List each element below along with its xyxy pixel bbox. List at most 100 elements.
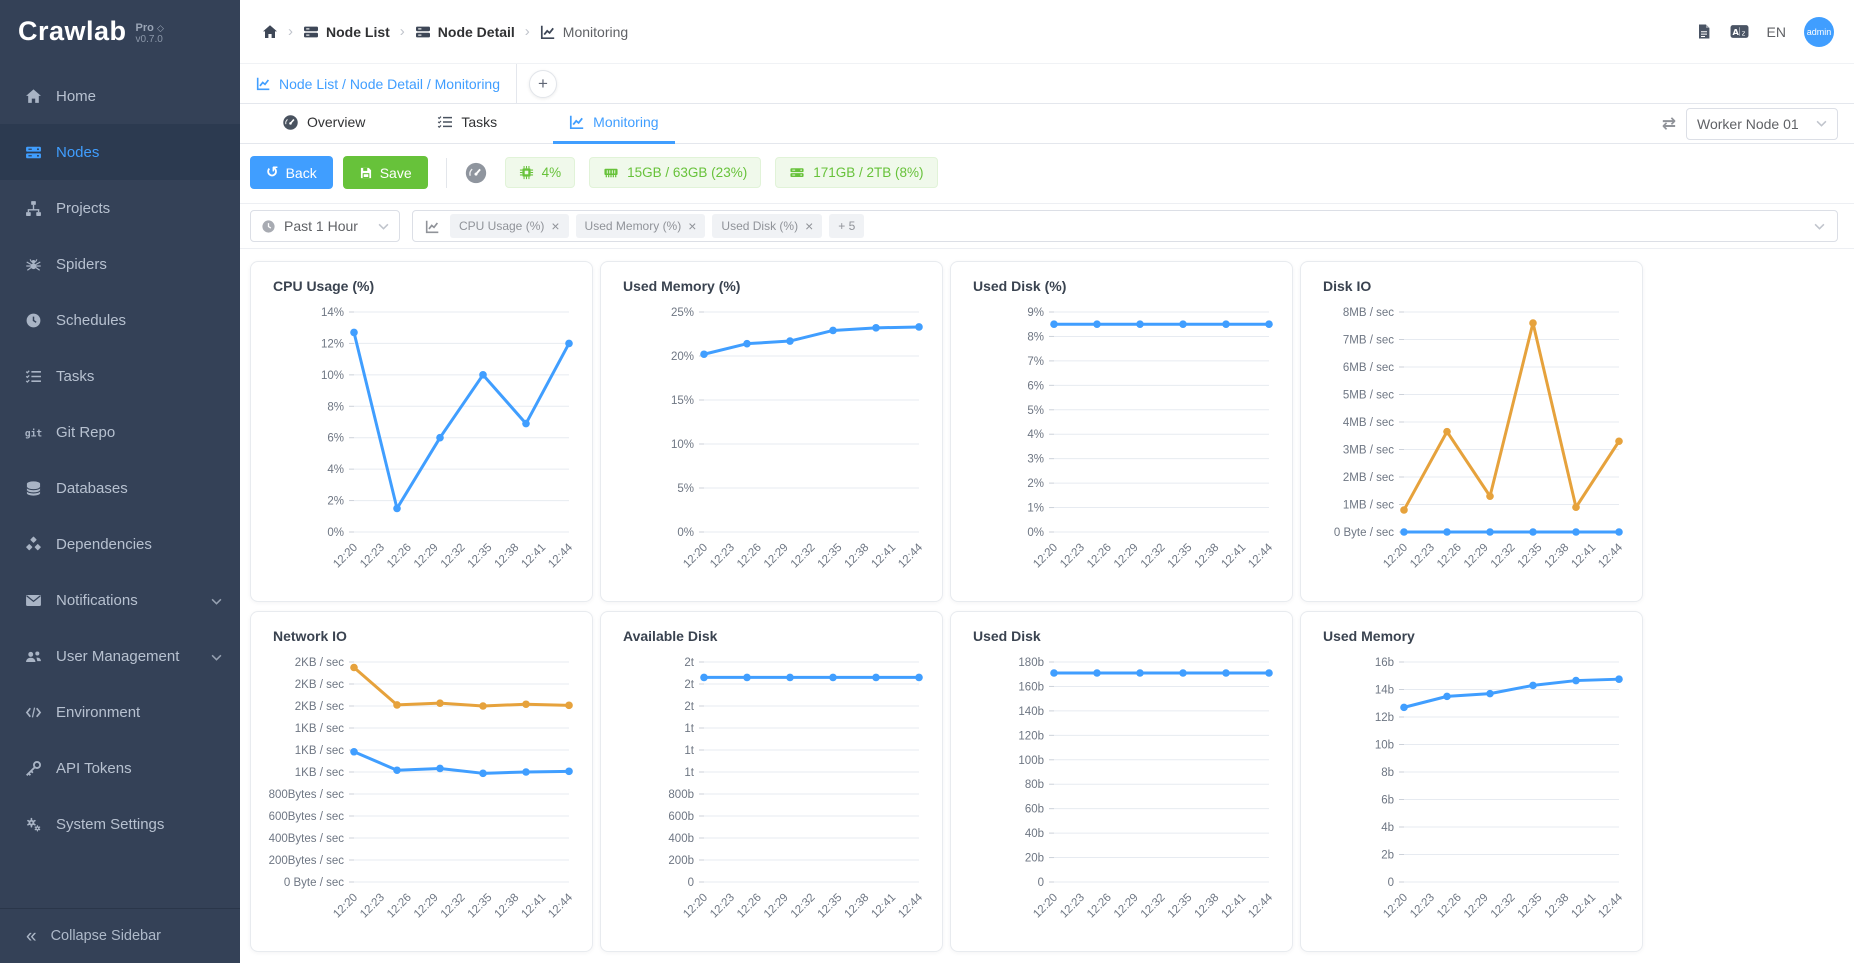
svg-text:600b: 600b (668, 811, 694, 823)
home-icon (262, 24, 278, 40)
svg-text:0 Byte / sec: 0 Byte / sec (1334, 527, 1394, 539)
avatar[interactable]: admin (1804, 17, 1834, 47)
close-icon[interactable]: × (551, 219, 559, 233)
svg-text:0: 0 (1388, 877, 1394, 889)
sidebar-item-dependencies[interactable]: Dependencies (0, 516, 240, 572)
breadcrumb-home[interactable] (262, 24, 278, 40)
translate-icon[interactable]: Az (1730, 23, 1749, 40)
metric-tag-cpu-usage: CPU Usage (%) × (450, 214, 569, 238)
chart-title: CPU Usage (%) (251, 278, 592, 294)
swap-icon[interactable]: ⇄ (1662, 114, 1676, 134)
page-tab-monitoring[interactable]: Node List / Node Detail / Monitoring (240, 64, 517, 104)
sidebar-item-notifications[interactable]: Notifications (0, 572, 240, 628)
close-icon[interactable]: × (688, 219, 696, 233)
toolbar: ↺ Back Save 4% 15GB / 63GB (23%) (240, 144, 1854, 203)
breadcrumb-monitoring[interactable]: Monitoring (540, 24, 628, 40)
app-version: v0.7.0 (136, 34, 164, 45)
tab-monitoring[interactable]: Monitoring (553, 104, 674, 144)
header-actions: Az EN admin (1696, 17, 1834, 47)
app-logo: Crawlab Pro ◇ v0.7.0 (0, 0, 240, 62)
metric-tag-more: + 5 (829, 214, 864, 238)
users-icon (24, 648, 42, 665)
sidebar-item-spiders[interactable]: Spiders (0, 236, 240, 292)
breadcrumb-node-list[interactable]: Node List (303, 24, 390, 40)
time-range-select[interactable]: Past 1 Hour (250, 210, 400, 242)
sidebar-item-schedules[interactable]: Schedules (0, 292, 240, 348)
back-button[interactable]: ↺ Back (250, 156, 333, 189)
sidebar-item-user-management[interactable]: User Management (0, 628, 240, 684)
svg-text:git: git (25, 428, 42, 439)
language-label[interactable]: EN (1767, 24, 1786, 40)
svg-text:12:20: 12:20 (331, 542, 360, 571)
svg-text:12:41: 12:41 (1569, 542, 1598, 571)
metric-tag-used-disk: Used Disk (%) × (712, 214, 822, 238)
sidebar-item-api-tokens[interactable]: API Tokens (0, 740, 240, 796)
svg-text:12b: 12b (1375, 712, 1394, 724)
metric-tag-used-memory: Used Memory (%) × (576, 214, 706, 238)
svg-text:12:20: 12:20 (681, 542, 710, 571)
sidebar-item-nodes[interactable]: Nodes (0, 124, 240, 180)
svg-text:12:23: 12:23 (708, 892, 737, 921)
node-select[interactable]: Worker Node 01 (1686, 108, 1838, 140)
collapse-sidebar-button[interactable]: « Collapse Sidebar (0, 908, 240, 963)
svg-text:5%: 5% (1027, 405, 1044, 417)
svg-text:2%: 2% (327, 496, 344, 508)
svg-text:2MB / sec: 2MB / sec (1343, 472, 1394, 484)
svg-text:12:23: 12:23 (358, 892, 387, 921)
chart-canvas: 25%20%15%10%5%0%12:2012:2312:2612:2912:3… (601, 298, 942, 594)
document-icon[interactable] (1696, 23, 1712, 40)
svg-text:12:29: 12:29 (1112, 542, 1141, 571)
svg-text:400b: 400b (668, 833, 694, 845)
top-header: › Node List › Node Detail › Monitoring (240, 0, 1854, 64)
chart-card-available-disk: Available Disk 2t2t2t1t1t1t800b600b400b2… (600, 611, 943, 952)
svg-text:12:32: 12:32 (789, 892, 818, 921)
svg-text:12:32: 12:32 (1139, 892, 1168, 921)
main-area: › Node List › Node Detail › Monitoring (240, 0, 1854, 963)
svg-text:12:44: 12:44 (546, 891, 575, 920)
svg-text:12:35: 12:35 (1166, 542, 1195, 571)
svg-text:1t: 1t (684, 723, 694, 735)
svg-text:9%: 9% (1027, 307, 1044, 319)
metrics-multiselect[interactable]: CPU Usage (%) × Used Memory (%) × Used D… (412, 210, 1838, 242)
chart-icon (425, 219, 440, 234)
svg-text:1t: 1t (684, 767, 694, 779)
sidebar-item-git-repo[interactable]: git Git Repo (0, 404, 240, 460)
svg-text:7%: 7% (1027, 356, 1044, 368)
svg-text:12:44: 12:44 (1246, 891, 1275, 920)
svg-text:12:44: 12:44 (1246, 541, 1275, 570)
svg-text:12:23: 12:23 (708, 542, 737, 571)
svg-text:12:35: 12:35 (1166, 892, 1195, 921)
memory-icon (603, 165, 619, 180)
svg-text:2t: 2t (684, 657, 694, 669)
svg-text:12:26: 12:26 (735, 892, 764, 921)
sidebar-item-system-settings[interactable]: System Settings (0, 796, 240, 852)
svg-text:20%: 20% (671, 351, 694, 363)
sidebar-item-label: Spiders (56, 256, 107, 273)
svg-text:12:41: 12:41 (869, 892, 898, 921)
breadcrumb-node-detail[interactable]: Node Detail (415, 24, 515, 40)
tab-overview[interactable]: Overview (266, 104, 381, 144)
tab-tasks[interactable]: Tasks (421, 104, 513, 144)
save-button[interactable]: Save (343, 156, 428, 189)
svg-text:5%: 5% (677, 483, 694, 495)
svg-text:12:38: 12:38 (493, 542, 522, 571)
checklist-icon (437, 114, 453, 130)
svg-text:12:41: 12:41 (1219, 892, 1248, 921)
sidebar-item-databases[interactable]: Databases (0, 460, 240, 516)
clock-icon (24, 312, 42, 329)
svg-text:12:26: 12:26 (385, 892, 414, 921)
svg-text:800b: 800b (668, 789, 694, 801)
add-tab-button[interactable]: + (529, 70, 557, 98)
svg-text:600Bytes / sec: 600Bytes / sec (269, 811, 345, 823)
page-tabs-bar: Node List / Node Detail / Monitoring + (240, 64, 1854, 104)
close-icon[interactable]: × (805, 219, 813, 233)
sidebar-item-home[interactable]: Home (0, 68, 240, 124)
svg-text:12:23: 12:23 (1058, 542, 1087, 571)
sidebar-item-tasks[interactable]: Tasks (0, 348, 240, 404)
sidebar-item-environment[interactable]: Environment (0, 684, 240, 740)
undo-icon: ↺ (266, 165, 279, 180)
sidebar-item-label: API Tokens (56, 760, 132, 777)
sidebar-item-projects[interactable]: Projects (0, 180, 240, 236)
svg-text:1KB / sec: 1KB / sec (295, 767, 344, 779)
svg-text:14b: 14b (1375, 685, 1394, 697)
